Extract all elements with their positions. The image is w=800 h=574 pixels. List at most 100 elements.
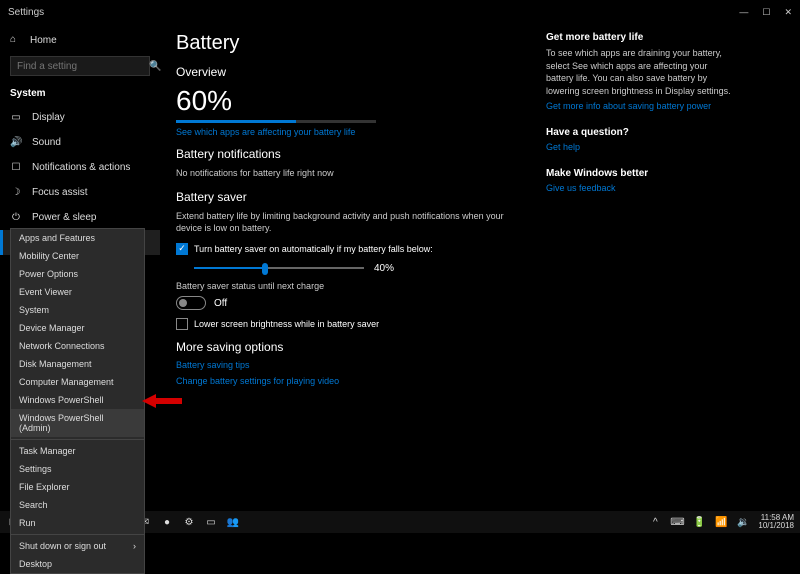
notifications-heading: Battery notifications: [176, 147, 516, 161]
ctx-system[interactable]: System: [11, 301, 144, 319]
get-help-link[interactable]: Get help: [546, 142, 736, 152]
ctx-disk-management[interactable]: Disk Management: [11, 355, 144, 373]
saver-body: Extend battery life by limiting backgrou…: [176, 210, 516, 235]
nav-icon: 🔊: [10, 137, 22, 148]
help-info-link[interactable]: Get more info about saving battery power: [546, 101, 736, 111]
ctx-settings[interactable]: Settings: [11, 460, 144, 478]
taskbar-app-7[interactable]: ●: [160, 515, 174, 529]
search-input[interactable]: [17, 61, 149, 72]
nav-label: Sound: [32, 137, 61, 148]
taskbar-clock[interactable]: 11:58 AM10/1/2018: [758, 514, 794, 530]
nav-label: Notifications & actions: [32, 162, 130, 173]
taskbar-app-9[interactable]: ▭: [204, 515, 218, 529]
saver-status-label: Battery saver status until next charge: [176, 280, 516, 293]
ctx-label: Device Manager: [19, 323, 85, 333]
ctx-device-manager[interactable]: Device Manager: [11, 319, 144, 337]
chevron-right-icon: ›: [133, 541, 136, 551]
auto-saver-checkbox[interactable]: ✓: [176, 243, 188, 255]
ctx-label: Windows PowerShell (Admin): [19, 413, 136, 433]
ctx-label: Disk Management: [19, 359, 92, 369]
ctx-label: Task Manager: [19, 446, 76, 456]
section-system: System: [0, 84, 160, 105]
nav-item-sound[interactable]: 🔊 Sound: [0, 130, 160, 155]
close-button[interactable]: ✕: [784, 7, 792, 18]
question-heading: Have a question?: [546, 127, 736, 138]
more-options-heading: More saving options: [176, 340, 516, 354]
annotation-arrow-icon: [142, 392, 182, 410]
tips-link[interactable]: Battery saving tips: [176, 360, 516, 370]
taskbar-app-10[interactable]: 👥: [226, 515, 240, 529]
ctx-label: Windows PowerShell: [19, 395, 104, 405]
ctx-file-explorer[interactable]: File Explorer: [11, 478, 144, 496]
notifications-body: No notifications for battery life right …: [176, 167, 516, 180]
ctx-apps-and-features[interactable]: Apps and Features: [11, 229, 144, 247]
ctx-label: Search: [19, 500, 48, 510]
video-settings-link[interactable]: Change battery settings for playing vide…: [176, 376, 516, 386]
minimize-button[interactable]: —: [739, 7, 748, 18]
ctx-label: Power Options: [19, 269, 78, 279]
tray-icon-4[interactable]: 🔉: [736, 515, 750, 529]
saver-toggle-label: Off: [214, 298, 227, 309]
threshold-value: 40%: [374, 263, 394, 274]
ctx-label: Computer Management: [19, 377, 114, 387]
threshold-slider[interactable]: [194, 267, 364, 269]
ctx-label: Shut down or sign out: [19, 541, 106, 551]
nav-label: Display: [32, 112, 65, 123]
nav-item-notifications-actions[interactable]: ☐ Notifications & actions: [0, 155, 160, 180]
ctx-search[interactable]: Search: [11, 496, 144, 514]
ctx-label: System: [19, 305, 49, 315]
saver-heading: Battery saver: [176, 190, 516, 204]
ctx-label: Apps and Features: [19, 233, 95, 243]
page-title: Battery: [176, 32, 516, 55]
ctx-windows-powershell[interactable]: Windows PowerShell: [11, 391, 144, 409]
ctx-shut-down-or-sign-out[interactable]: Shut down or sign out ›: [11, 537, 144, 555]
home-nav[interactable]: ⌂ Home: [0, 28, 160, 52]
apps-affecting-link[interactable]: See which apps are affecting your batter…: [176, 127, 516, 137]
brightness-label: Lower screen brightness while in battery…: [194, 319, 379, 329]
ctx-event-viewer[interactable]: Event Viewer: [11, 283, 144, 301]
help-body: To see which apps are draining your batt…: [546, 47, 736, 97]
nav-label: Power & sleep: [32, 212, 96, 223]
ctx-label: Event Viewer: [19, 287, 72, 297]
nav-icon: ▭: [10, 112, 22, 123]
overview-heading: Overview: [176, 65, 516, 79]
maximize-button[interactable]: ☐: [762, 7, 770, 18]
ctx-windows-powershell-admin-[interactable]: Windows PowerShell (Admin): [11, 409, 144, 437]
ctx-label: Settings: [19, 464, 52, 474]
ctx-run[interactable]: Run: [11, 514, 144, 532]
battery-progress: [176, 120, 376, 123]
tray-icon-1[interactable]: ⌨: [670, 515, 684, 529]
tray-icon-2[interactable]: 🔋: [692, 515, 706, 529]
window-title: Settings: [8, 7, 739, 18]
nav-label: Focus assist: [32, 187, 88, 198]
tray-icon-3[interactable]: 📶: [714, 515, 728, 529]
ctx-label: Run: [19, 518, 36, 528]
nav-item-focus-assist[interactable]: ☽ Focus assist: [0, 180, 160, 205]
ctx-computer-management[interactable]: Computer Management: [11, 373, 144, 391]
nav-icon: ⏻: [10, 212, 22, 223]
feedback-heading: Make Windows better: [546, 168, 736, 179]
brightness-checkbox[interactable]: [176, 318, 188, 330]
nav-item-power-sleep[interactable]: ⏻ Power & sleep: [0, 205, 160, 230]
ctx-task-manager[interactable]: Task Manager: [11, 442, 144, 460]
search-input-container[interactable]: 🔍: [10, 56, 150, 76]
nav-item-display[interactable]: ▭ Display: [0, 105, 160, 130]
ctx-label: File Explorer: [19, 482, 70, 492]
ctx-label: Desktop: [19, 559, 52, 569]
battery-percent: 60%: [176, 85, 516, 117]
ctx-label: Network Connections: [19, 341, 105, 351]
taskbar-app-8[interactable]: ⚙: [182, 515, 196, 529]
nav-icon: ☽: [10, 187, 22, 198]
tray-icon-0[interactable]: ^: [648, 515, 662, 529]
auto-saver-label: Turn battery saver on automatically if m…: [194, 244, 433, 254]
home-icon: ⌂: [10, 34, 22, 46]
ctx-mobility-center[interactable]: Mobility Center: [11, 247, 144, 265]
help-heading: Get more battery life: [546, 32, 736, 43]
feedback-link[interactable]: Give us feedback: [546, 183, 736, 193]
ctx-network-connections[interactable]: Network Connections: [11, 337, 144, 355]
ctx-power-options[interactable]: Power Options: [11, 265, 144, 283]
saver-toggle[interactable]: [176, 296, 206, 310]
winx-context-menu: Apps and Features Mobility Center Power Op…: [10, 228, 145, 574]
ctx-desktop[interactable]: Desktop: [11, 555, 144, 573]
nav-icon: ☐: [10, 162, 22, 173]
